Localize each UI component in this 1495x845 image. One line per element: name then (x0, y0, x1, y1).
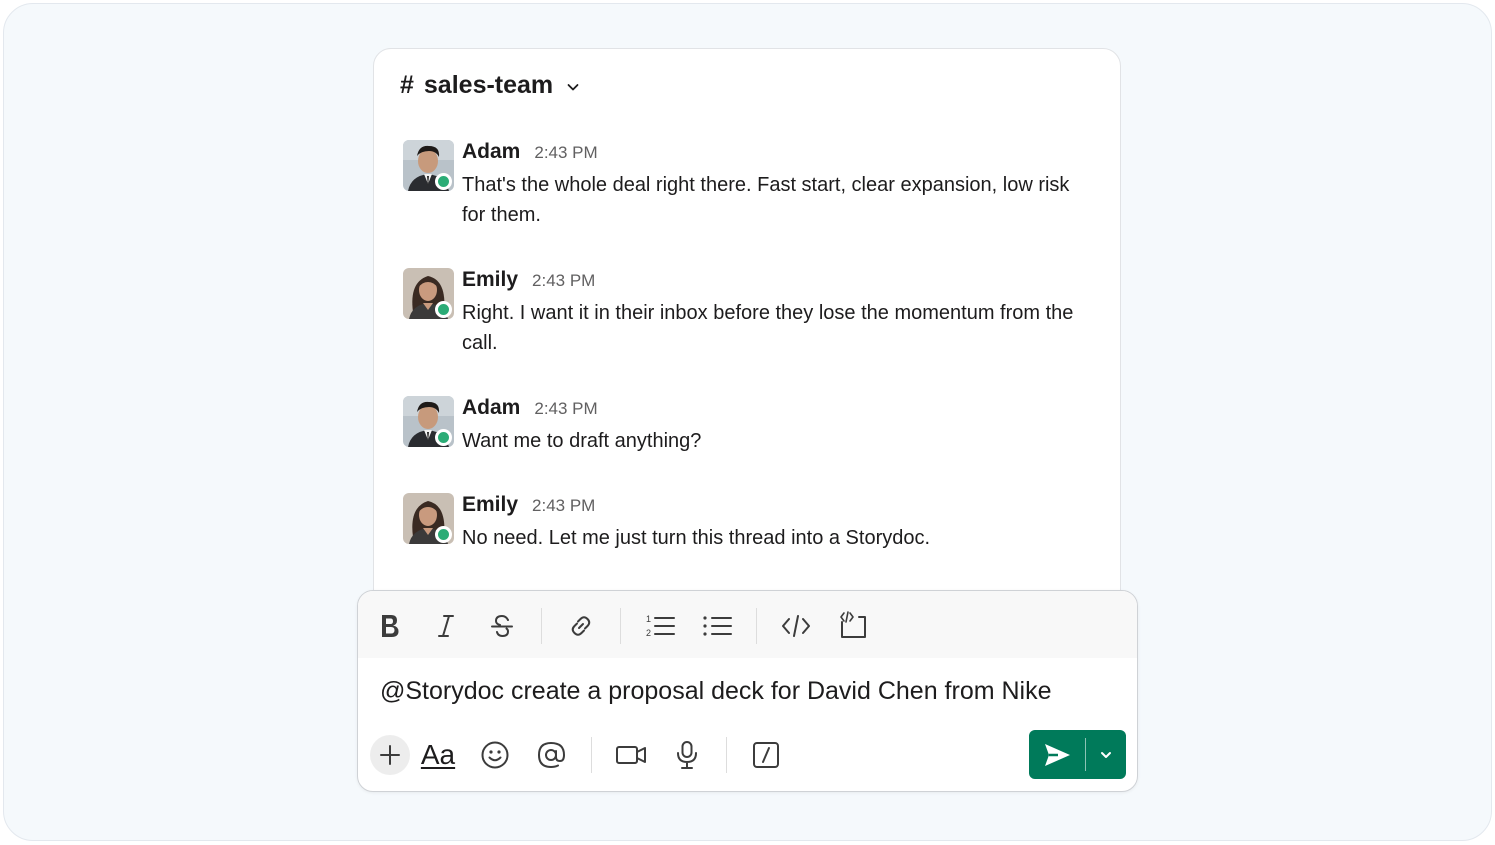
plus-icon[interactable] (370, 735, 410, 775)
message-composer: 12 @Storydoc create a proposal deck for … (357, 590, 1138, 792)
message-text: That's the whole deal right there. Fast … (462, 174, 1070, 226)
bulleted-list-icon[interactable] (699, 608, 735, 644)
send-icon (1045, 743, 1070, 766)
avatar-emily[interactable] (403, 493, 454, 544)
channel-panel: # sales-team Adam 2:43 PM That's the who… (373, 48, 1121, 618)
message-text: Want me to draft anything? (462, 430, 702, 452)
message-author[interactable]: Emily (462, 268, 518, 292)
video-icon[interactable] (613, 737, 649, 773)
toolbar-divider (591, 737, 592, 773)
text-format-label: Aa (420, 739, 456, 770)
avatar-adam[interactable] (403, 396, 454, 447)
microphone-icon[interactable] (669, 737, 705, 773)
message-timestamp[interactable]: 2:43 PM (532, 496, 595, 516)
slash-command-icon[interactable] (748, 737, 784, 773)
message-timestamp[interactable]: 2:43 PM (532, 271, 595, 291)
chevron-down-icon[interactable] (565, 79, 581, 95)
svg-text:1: 1 (646, 614, 651, 624)
link-icon[interactable] (563, 608, 599, 644)
text-format-icon[interactable]: Aa (420, 737, 456, 773)
message-author[interactable]: Adam (462, 396, 520, 420)
code-block-icon[interactable] (835, 608, 871, 644)
code-icon[interactable] (778, 608, 814, 644)
toolbar-divider (726, 737, 727, 773)
message-timestamp[interactable]: 2:43 PM (534, 399, 597, 419)
toolbar-divider (620, 608, 621, 644)
toolbar-divider (541, 608, 542, 644)
message-input[interactable]: @Storydoc create a proposal deck for Dav… (380, 677, 1052, 706)
mention-icon[interactable] (533, 737, 569, 773)
send-button[interactable] (1029, 730, 1085, 779)
message-text: Right. I want it in their inbox before t… (462, 302, 1074, 354)
svg-text:2: 2 (646, 628, 651, 638)
presence-indicator (435, 173, 452, 190)
channel-name[interactable]: sales-team (424, 71, 553, 100)
presence-indicator (435, 526, 452, 543)
strikethrough-icon[interactable] (484, 608, 520, 644)
channel-hash-icon: # (400, 70, 414, 99)
message-timestamp[interactable]: 2:43 PM (534, 143, 597, 163)
emoji-icon[interactable] (477, 737, 513, 773)
italic-icon[interactable] (428, 608, 464, 644)
bold-icon[interactable] (372, 608, 408, 644)
avatar-adam[interactable] (403, 140, 454, 191)
message-author[interactable]: Emily (462, 493, 518, 517)
ordered-list-icon[interactable]: 12 (642, 608, 678, 644)
message-author[interactable]: Adam (462, 140, 520, 164)
composer-actions: Aa (358, 729, 1137, 785)
chevron-down-icon (1101, 751, 1111, 758)
presence-indicator (435, 429, 452, 446)
message-text: No need. Let me just turn this thread in… (462, 527, 931, 549)
presence-indicator (435, 301, 452, 318)
send-options-button[interactable] (1086, 730, 1126, 779)
toolbar-divider (756, 608, 757, 644)
format-toolbar: 12 (358, 591, 1137, 658)
avatar-emily[interactable] (403, 268, 454, 319)
send-button-group (1029, 730, 1126, 779)
channel-header[interactable]: # sales-team (400, 69, 581, 101)
